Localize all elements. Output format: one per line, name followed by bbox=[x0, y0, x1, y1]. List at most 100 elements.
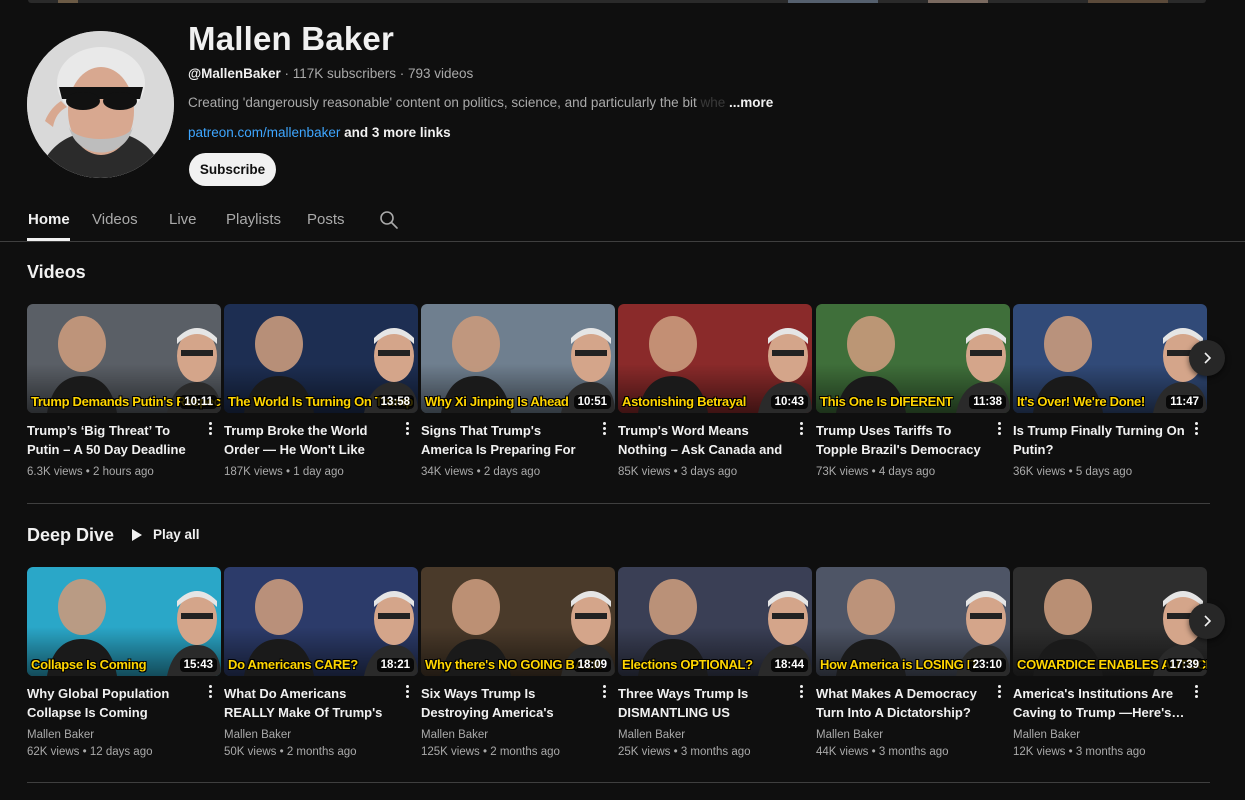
video-thumbnail[interactable]: Collapse Is Coming 15:43 bbox=[27, 567, 221, 676]
subscribe-button[interactable]: Subscribe bbox=[189, 153, 276, 186]
thumbnail-caption: Why Xi Jinping Is Ahead bbox=[425, 394, 569, 409]
video-author[interactable]: Mallen Baker bbox=[27, 729, 94, 741]
video-thumbnail[interactable]: Why Xi Jinping Is Ahead 10:51 bbox=[421, 304, 615, 413]
video-author[interactable]: Mallen Baker bbox=[816, 729, 883, 741]
video-meta: 125K views • 2 months ago bbox=[421, 746, 560, 758]
video-title[interactable]: Why Global Population Collapse Is Coming… bbox=[27, 684, 199, 722]
video-card[interactable]: Collapse Is Coming 15:43 Why Global Popula… bbox=[27, 567, 221, 758]
more-actions-icon[interactable] bbox=[994, 683, 1004, 703]
more-actions-icon[interactable] bbox=[796, 683, 806, 703]
video-card[interactable]: This One Is DIFERENT 11:38 Trump Uses Tari… bbox=[816, 304, 1010, 478]
video-meta: 34K views • 2 days ago bbox=[421, 466, 541, 478]
video-meta: 50K views • 2 months ago bbox=[224, 746, 357, 758]
channel-meta: @MallenBaker · 117K subscribers · 793 vi… bbox=[188, 66, 473, 81]
video-author[interactable]: Mallen Baker bbox=[421, 729, 488, 741]
section-divider bbox=[27, 503, 1210, 504]
channel-stats: · 117K subscribers · 793 videos bbox=[280, 66, 474, 81]
video-card[interactable]: COWARDICE ENABLES AUTOCRACY17:39 America'… bbox=[1013, 567, 1207, 758]
video-thumbnail[interactable]: How America is LOSING IT 23:10 bbox=[816, 567, 1010, 676]
video-thumbnail[interactable]: The World Is Turning On Trump 13:58 bbox=[224, 304, 418, 413]
videos-next-button[interactable] bbox=[1189, 340, 1225, 376]
video-card[interactable]: Do Americans CARE? 18:21 What Do Americans… bbox=[224, 567, 418, 758]
more-actions-icon[interactable] bbox=[599, 683, 609, 703]
patreon-link[interactable]: patreon.com/mallenbaker bbox=[188, 125, 340, 140]
play-all-button[interactable]: Play all bbox=[131, 527, 200, 542]
video-thumbnail[interactable]: COWARDICE ENABLES AUTOCRACY17:39 bbox=[1013, 567, 1207, 676]
video-duration: 18:44 bbox=[770, 658, 808, 672]
more-actions-icon[interactable] bbox=[402, 683, 412, 703]
channel-name: Mallen Baker bbox=[188, 20, 394, 57]
description-text: Creating 'dangerously reasonable' conten… bbox=[188, 95, 701, 110]
video-card[interactable]: Astonishing Betrayal 10:43 Trump's Word Me… bbox=[618, 304, 812, 478]
video-title[interactable]: Trump's Word Means Nothing – Ask Canada … bbox=[618, 421, 790, 459]
video-title[interactable]: Is Trump Finally Turning On Putin? bbox=[1013, 421, 1185, 459]
deep-dive-next-button[interactable] bbox=[1189, 603, 1225, 639]
tab-playlists[interactable]: Playlists bbox=[226, 211, 281, 228]
thumbnail-caption: Elections OPTIONAL? bbox=[622, 657, 753, 672]
video-title[interactable]: America's Institutions Are Caving to Tru… bbox=[1013, 684, 1185, 722]
section-title-videos[interactable]: Videos bbox=[27, 262, 86, 283]
tab-home[interactable]: Home bbox=[28, 211, 70, 228]
video-duration: 13:58 bbox=[376, 395, 414, 409]
description-more-link[interactable]: ...more bbox=[729, 95, 773, 110]
more-actions-icon[interactable] bbox=[402, 420, 412, 440]
video-duration: 11:47 bbox=[1166, 395, 1203, 409]
more-actions-icon[interactable] bbox=[1191, 683, 1201, 703]
thumbnail-caption: How America is LOSING IT bbox=[820, 657, 978, 672]
more-actions-icon[interactable] bbox=[796, 420, 806, 440]
video-thumbnail[interactable]: This One Is DIFERENT 11:38 bbox=[816, 304, 1010, 413]
banner-edge bbox=[28, 0, 1206, 3]
video-card[interactable]: Why there's NO GOING BACK 18:09 Six Ways T… bbox=[421, 567, 615, 758]
section-title-deep-dive[interactable]: Deep Dive bbox=[27, 525, 114, 546]
description-fade: whe bbox=[700, 95, 726, 110]
video-duration: 10:51 bbox=[573, 395, 611, 409]
video-meta: 62K views • 12 days ago bbox=[27, 746, 153, 758]
video-card[interactable]: How America is LOSING IT 23:10 What Makes … bbox=[816, 567, 1010, 758]
play-icon bbox=[132, 528, 142, 541]
video-card[interactable]: Why Xi Jinping Is Ahead 10:51 Signs That T… bbox=[421, 304, 615, 478]
video-meta: 36K views • 5 days ago bbox=[1013, 466, 1133, 478]
thumbnail-caption: It's Over! We're Done! bbox=[1017, 394, 1145, 409]
tab-posts[interactable]: Posts bbox=[307, 211, 345, 228]
video-title[interactable]: Trump Uses Tariffs To Topple Brazil's De… bbox=[816, 421, 988, 459]
video-card[interactable]: Elections OPTIONAL? 18:44 Three Ways Trump… bbox=[618, 567, 812, 758]
video-meta: 44K views • 3 months ago bbox=[816, 746, 949, 758]
video-duration: 18:21 bbox=[376, 658, 414, 672]
more-actions-icon[interactable] bbox=[599, 420, 609, 440]
video-card[interactable]: Trump Demands Putin's Respect 10:11 Trump’… bbox=[27, 304, 221, 478]
more-links[interactable]: and 3 more links bbox=[340, 125, 451, 140]
video-title[interactable]: What Makes A Democracy Turn Into A Dicta… bbox=[816, 684, 988, 722]
video-author[interactable]: Mallen Baker bbox=[618, 729, 685, 741]
video-thumbnail[interactable]: Trump Demands Putin's Respect 10:11 bbox=[27, 304, 221, 413]
more-actions-icon[interactable] bbox=[994, 420, 1004, 440]
tab-live[interactable]: Live bbox=[169, 211, 197, 228]
tab-videos[interactable]: Videos bbox=[92, 211, 138, 228]
video-title[interactable]: Signs That Trump's America Is Preparing … bbox=[421, 421, 593, 459]
more-actions-icon[interactable] bbox=[205, 683, 215, 703]
video-title[interactable]: What Do Americans REALLY Make Of Trump's… bbox=[224, 684, 396, 722]
video-thumbnail[interactable]: Do Americans CARE? 18:21 bbox=[224, 567, 418, 676]
video-meta: 12K views • 3 months ago bbox=[1013, 746, 1146, 758]
video-thumbnail[interactable]: Why there's NO GOING BACK 18:09 bbox=[421, 567, 615, 676]
more-actions-icon[interactable] bbox=[1191, 420, 1201, 440]
video-title[interactable]: Trump Broke the World Order — He Won't L… bbox=[224, 421, 396, 459]
play-all-label: Play all bbox=[153, 527, 200, 542]
video-author[interactable]: Mallen Baker bbox=[1013, 729, 1080, 741]
video-thumbnail[interactable]: Elections OPTIONAL? 18:44 bbox=[618, 567, 812, 676]
video-card[interactable]: It's Over! We're Done! 11:47 Is Trump Fina… bbox=[1013, 304, 1207, 478]
video-card[interactable]: The World Is Turning On Trump 13:58 Trump … bbox=[224, 304, 418, 478]
channel-description[interactable]: Creating 'dangerously reasonable' conten… bbox=[188, 95, 773, 110]
search-icon[interactable] bbox=[379, 210, 399, 230]
avatar-portrait bbox=[27, 31, 174, 178]
thumbnail-caption: Do Americans CARE? bbox=[228, 657, 358, 672]
video-duration: 23:10 bbox=[968, 658, 1006, 672]
video-title[interactable]: Three Ways Trump Is DISMANTLING US Elect… bbox=[618, 684, 790, 722]
channel-avatar[interactable] bbox=[27, 31, 174, 178]
video-author[interactable]: Mallen Baker bbox=[224, 729, 291, 741]
video-thumbnail[interactable]: It's Over! We're Done! 11:47 bbox=[1013, 304, 1207, 413]
chevron-right-icon bbox=[1204, 352, 1212, 364]
more-actions-icon[interactable] bbox=[205, 420, 215, 440]
video-title[interactable]: Trump’s ‘Big Threat’ To Putin – A 50 Day… bbox=[27, 421, 199, 459]
video-thumbnail[interactable]: Astonishing Betrayal 10:43 bbox=[618, 304, 812, 413]
video-title[interactable]: Six Ways Trump Is Destroying America's F… bbox=[421, 684, 593, 722]
